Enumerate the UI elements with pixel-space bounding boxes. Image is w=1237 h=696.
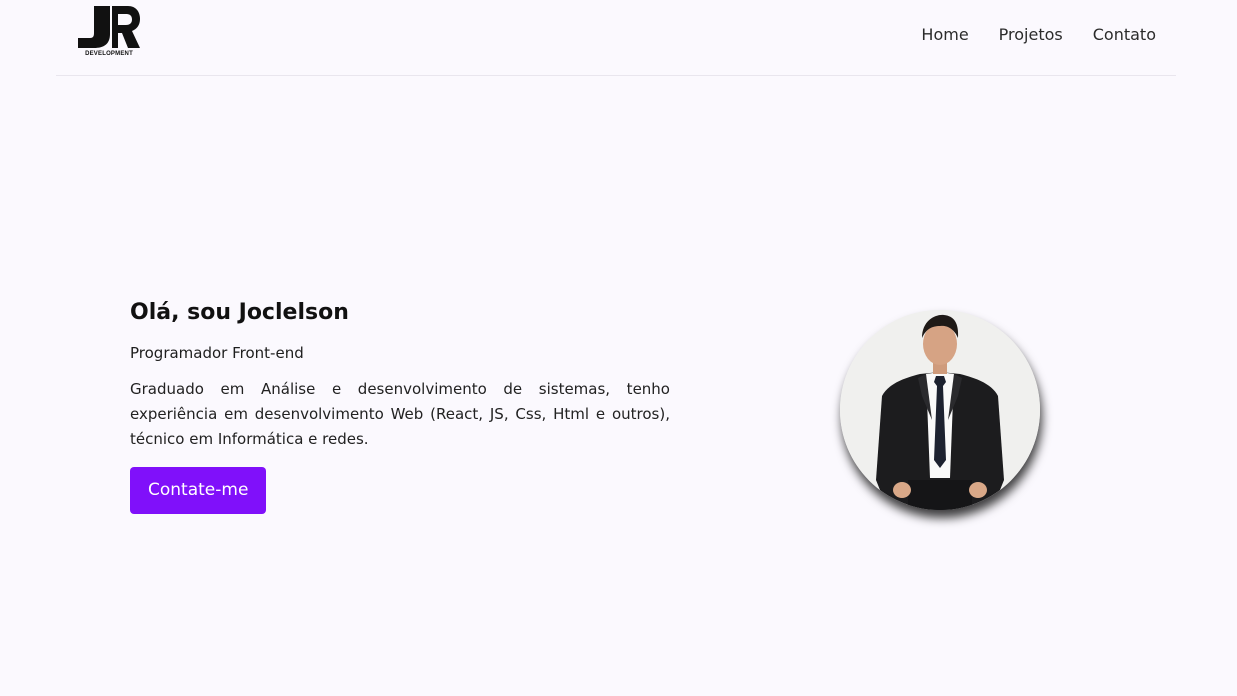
nav-contato-link[interactable]: Contato xyxy=(1093,24,1156,46)
contact-button[interactable]: Contate-me xyxy=(130,467,267,514)
logo-mark xyxy=(78,6,140,48)
hero-role: Programador Front-end xyxy=(130,344,304,362)
main-nav: Home Projetos Contato xyxy=(921,24,1156,46)
hero-title: Olá, sou Joclelson xyxy=(130,300,349,325)
profile-photo xyxy=(840,310,1040,510)
person-portrait xyxy=(840,310,1040,510)
nav-home-link[interactable]: Home xyxy=(921,24,968,46)
logo-caption: DEVELOPMENT xyxy=(85,51,133,57)
nav-projetos-link[interactable]: Projetos xyxy=(999,24,1063,46)
hero-text: Olá, sou Joclelson Programador Front-end… xyxy=(130,296,670,514)
jr-development-logo[interactable]: DEVELOPMENT xyxy=(76,4,142,60)
hero-description: Graduado em Análise e desenvolvimento de… xyxy=(130,380,670,448)
site-header: DEVELOPMENT Home Projetos Contato xyxy=(56,0,1176,76)
